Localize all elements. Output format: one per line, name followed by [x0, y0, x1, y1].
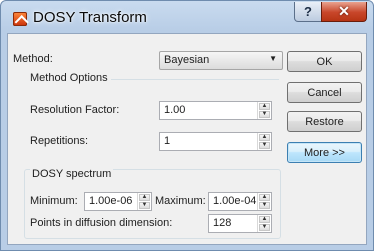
restore-button[interactable]: Restore [287, 111, 362, 132]
help-button[interactable]: ? [294, 2, 322, 22]
window-title: DOSY Transform [33, 9, 147, 26]
points-value: 128 [213, 217, 232, 229]
resolution-factor-spinbox[interactable]: 1.00 ▲ ▼ [159, 101, 272, 120]
spin-up-icon[interactable]: ▲ [139, 194, 150, 201]
divider [111, 79, 279, 80]
dialog-body: Method: Bayesian ▼ Method Options Resolu… [7, 33, 367, 245]
maximum-value: 1.00e-04 [213, 195, 257, 207]
ok-button[interactable]: OK [287, 51, 362, 72]
points-label: Points in diffusion dimension: [30, 217, 173, 229]
spin-down-icon[interactable]: ▼ [139, 202, 150, 209]
spin-arrows: ▲ ▼ [257, 102, 271, 119]
chevron-down-icon: ▼ [269, 54, 277, 63]
repetitions-value: 1 [164, 135, 171, 147]
title-bar[interactable]: DOSY Transform ? ✕ [1, 1, 373, 33]
spin-up-icon[interactable]: ▲ [259, 134, 270, 141]
spin-arrows: ▲ ▼ [257, 133, 271, 150]
resolution-factor-label: Resolution Factor: [30, 104, 120, 116]
method-options-title: Method Options [30, 72, 108, 84]
more-button[interactable]: More >> [287, 142, 362, 163]
maximum-label: Maximum: [155, 195, 206, 207]
spin-up-icon[interactable]: ▲ [259, 194, 270, 201]
spin-down-icon[interactable]: ▼ [259, 111, 270, 118]
points-spinbox[interactable]: 128 ▲ ▼ [208, 214, 272, 233]
close-icon: ✕ [338, 3, 350, 19]
method-select[interactable]: Bayesian ▼ [159, 51, 283, 70]
spin-arrows: ▲ ▼ [257, 193, 271, 210]
spin-down-icon[interactable]: ▼ [259, 224, 270, 231]
help-icon: ? [304, 4, 312, 19]
spin-up-icon[interactable]: ▲ [259, 216, 270, 223]
minimum-spinbox[interactable]: 1.00e-06 ▲ ▼ [84, 192, 152, 211]
spin-up-icon[interactable]: ▲ [259, 103, 270, 110]
repetitions-label: Repetitions: [30, 135, 89, 147]
minimum-label: Minimum: [30, 195, 78, 207]
spin-arrows: ▲ ▼ [137, 193, 151, 210]
dosy-spectrum-title: DOSY spectrum [30, 168, 114, 180]
close-button[interactable]: ✕ [321, 2, 367, 22]
resolution-factor-value: 1.00 [164, 104, 186, 116]
method-label: Method: [13, 53, 53, 65]
cancel-button[interactable]: Cancel [287, 82, 362, 103]
repetitions-spinbox[interactable]: 1 ▲ ▼ [159, 132, 272, 151]
spin-down-icon[interactable]: ▼ [259, 142, 270, 149]
spin-down-icon[interactable]: ▼ [259, 202, 270, 209]
app-icon [13, 12, 27, 26]
dosy-transform-dialog: DOSY Transform ? ✕ Method: Bayesian ▼ Me… [0, 0, 374, 251]
method-selected-value: Bayesian [164, 54, 210, 66]
minimum-value: 1.00e-06 [89, 195, 133, 207]
maximum-spinbox[interactable]: 1.00e-04 ▲ ▼ [208, 192, 272, 211]
spin-arrows: ▲ ▼ [257, 215, 271, 232]
